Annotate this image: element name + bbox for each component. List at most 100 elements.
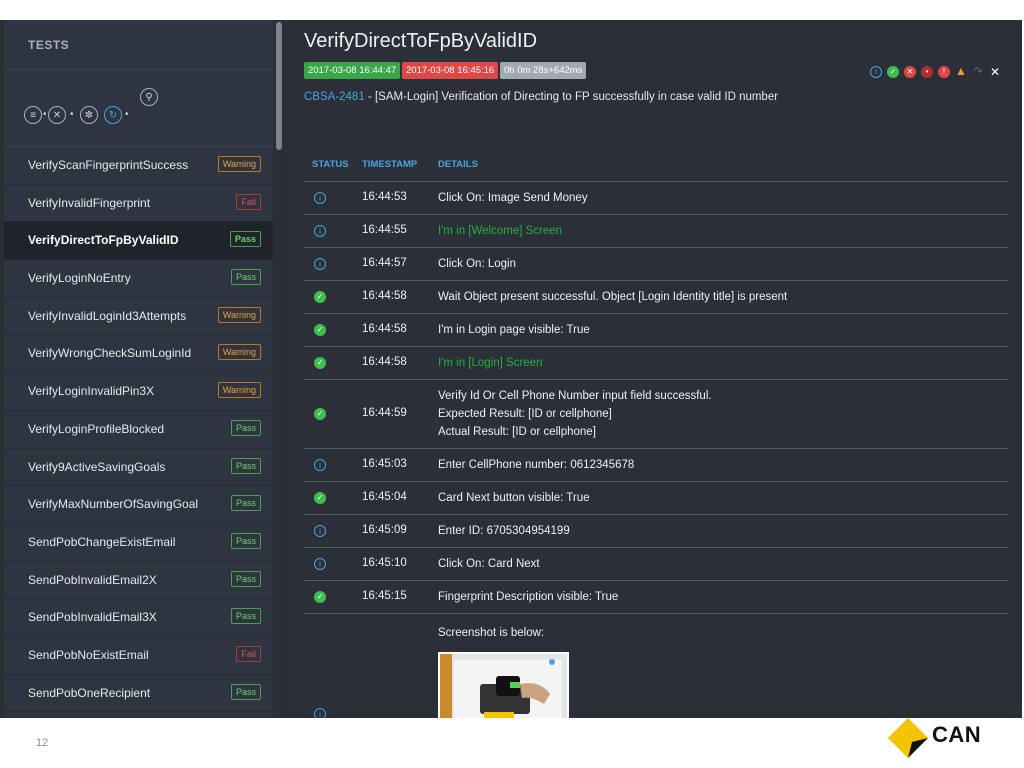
test-list-item[interactable]: SendPobTwoRecipientsFail bbox=[4, 712, 273, 718]
test-status-badge: Warning bbox=[217, 382, 261, 399]
search-icon[interactable]: ⚲ bbox=[140, 88, 158, 106]
log-details: Click On: Image Send Money bbox=[438, 189, 588, 207]
report-window: TESTS ⚲ ≡ • ✕ • ✼ ↻ • VerifyScanFingerpr… bbox=[0, 20, 1022, 718]
log-detail-line: I'm in [Login] Screen bbox=[438, 357, 543, 369]
column-details: DETAILS bbox=[438, 159, 478, 170]
skip-filter-icon[interactable]: ↷ bbox=[972, 66, 984, 78]
test-status-badge: Pass bbox=[230, 419, 261, 436]
log-row: i 16:45:10 Click On: Card Next bbox=[304, 548, 1008, 581]
log-details: I'm in Login page visible: True bbox=[438, 321, 590, 339]
log-details: I'm in [Login] Screen bbox=[438, 354, 542, 372]
log-detail-line: Verify Id Or Cell Phone Number input fie… bbox=[438, 390, 712, 402]
test-list-item[interactable]: Verify9ActiveSavingGoals Pass bbox=[4, 449, 273, 487]
test-name: VerifyLoginInvalidPin3X bbox=[28, 384, 155, 399]
test-status-badge: Warning bbox=[217, 306, 261, 323]
pass-status-icon: ✓ bbox=[314, 408, 326, 420]
test-list-item[interactable]: VerifyWrongCheckSumLoginId Warning bbox=[4, 335, 273, 374]
test-name: Verify9ActiveSavingGoals bbox=[28, 459, 166, 474]
column-timestamp: TIMESTAMP bbox=[362, 159, 418, 170]
fatal-filter-icon[interactable]: • bbox=[921, 66, 933, 78]
test-list-item[interactable]: SendPobInvalidEmail2X Pass bbox=[4, 562, 273, 600]
log-detail-line: Expected Result: [ID or cellphone] bbox=[438, 408, 612, 420]
log-timestamp: 16:44:58 bbox=[362, 356, 407, 368]
log-timestamp: 16:45:04 bbox=[362, 491, 407, 503]
log-row: i 16:44:55 I'm in [Welcome] Screen bbox=[304, 215, 1008, 248]
test-list-item[interactable]: VerifyLoginInvalidPin3X Warning bbox=[4, 373, 273, 411]
info-status-icon: i bbox=[314, 525, 326, 537]
pass-status-icon: ✓ bbox=[314, 291, 326, 303]
log-details: Verify Id Or Cell Phone Number input fie… bbox=[438, 387, 712, 441]
info-status-icon: i bbox=[314, 459, 326, 471]
info-filter-icon[interactable]: i bbox=[870, 66, 882, 78]
log-detail-line: Enter ID: 6705304954199 bbox=[438, 525, 570, 537]
duration-badge: 0h 0m 28s+642ms bbox=[500, 62, 587, 79]
log-timestamp: 16:44:58 bbox=[362, 323, 407, 335]
test-status-badge: Pass bbox=[230, 683, 261, 700]
test-list-item[interactable]: VerifyLoginProfileBlocked Pass bbox=[4, 411, 273, 449]
screenshot-label: Screenshot is below: bbox=[438, 627, 545, 639]
column-status: STATUS bbox=[312, 159, 349, 170]
filter-toolbar: ⚲ ≡ • ✕ • ✼ ↻ • bbox=[4, 70, 273, 147]
log-timestamp: 16:44:58 bbox=[362, 290, 407, 302]
test-list-item[interactable]: VerifyInvalidLoginId3Attempts Warning bbox=[4, 298, 273, 336]
ticket-link[interactable]: CBSA-2481 bbox=[304, 91, 365, 103]
test-list-item[interactable]: SendPobNoExistEmail Fail bbox=[4, 637, 273, 675]
log-row: ✓ 16:44:58 I'm in Login page visible: True bbox=[304, 314, 1008, 347]
log-row: i 16:44:53 Click On: Image Send Money bbox=[304, 182, 1008, 215]
log-timestamp: 16:45:03 bbox=[362, 458, 407, 470]
test-status-badge: Fail bbox=[236, 193, 261, 210]
log-details: Click On: Card Next bbox=[438, 555, 540, 573]
test-list-item[interactable]: SendPobInvalidEmail3X Pass bbox=[4, 599, 273, 637]
log-timestamp: 16:44:55 bbox=[362, 224, 407, 236]
log-rows: i 16:44:53 Click On: Image Send Money i 16:4… bbox=[304, 182, 1008, 614]
fingerprint-filter-icon[interactable]: ✼ bbox=[80, 106, 98, 124]
log-detail-line: Actual Result: [ID or cellphone] bbox=[438, 426, 596, 438]
test-list: VerifyScanFingerprintSuccess Warning Verif… bbox=[4, 147, 273, 718]
log-details: I'm in [Welcome] Screen bbox=[438, 222, 562, 240]
test-list-item[interactable]: VerifyDirectToFpByValidID Pass bbox=[4, 222, 273, 261]
close-icon[interactable]: ✕ bbox=[989, 66, 1001, 78]
test-status-badge: Pass bbox=[230, 457, 261, 474]
log-timestamp: 16:45:10 bbox=[362, 557, 407, 569]
info-status-icon: i bbox=[314, 558, 326, 570]
pass-status-icon: ✓ bbox=[314, 591, 326, 603]
log-details: Card Next button visible: True bbox=[438, 489, 590, 507]
warning-filter-icon[interactable]: ▲ bbox=[955, 65, 967, 78]
log-detail-line: Card Next button visible: True bbox=[438, 492, 590, 504]
error-filter-icon[interactable]: ! bbox=[938, 66, 950, 78]
sidebar-scrollbar-thumb[interactable] bbox=[276, 22, 282, 150]
test-title: VerifyDirectToFpByValidID bbox=[304, 30, 538, 52]
screenshot-row: i Screenshot is below: bbox=[304, 614, 1008, 718]
test-list-item[interactable]: VerifyMaxNumberOfSavingGoal Pass bbox=[4, 486, 273, 524]
info-status-icon: i bbox=[314, 192, 326, 204]
start-time-badge: 2017-03-08 16:44:47 bbox=[304, 62, 401, 79]
test-list-item[interactable]: VerifyLoginNoEntry Pass bbox=[4, 260, 273, 298]
fail-filter-icon[interactable]: ✕ bbox=[904, 66, 916, 78]
log-timestamp: 16:44:59 bbox=[362, 407, 407, 419]
test-name: VerifyMaxNumberOfSavingGoal bbox=[28, 497, 199, 512]
test-name: VerifyLoginProfileBlocked bbox=[28, 421, 165, 436]
refresh-icon[interactable]: ↻ bbox=[104, 106, 122, 124]
pass-filter-icon[interactable]: ✓ bbox=[887, 66, 899, 78]
sidebar-title: TESTS bbox=[4, 20, 273, 70]
log-row: ✓ 16:45:04 Card Next button visible: True bbox=[304, 482, 1008, 515]
log-row: ✓ 16:45:15 Fingerprint Description visible… bbox=[304, 581, 1008, 614]
test-status-badge: Pass bbox=[230, 570, 261, 587]
clear-filter-icon[interactable]: ✕ bbox=[48, 106, 66, 124]
test-list-item[interactable]: SendPobChangeExistEmail Pass bbox=[4, 524, 273, 562]
log-details: Enter CellPhone number: 0612345678 bbox=[438, 456, 634, 474]
log-row: ✓ 16:44:58 I'm in [Login] Screen bbox=[304, 347, 1008, 380]
pass-status-icon: ✓ bbox=[314, 492, 326, 504]
test-list-item[interactable]: VerifyScanFingerprintSuccess Warning bbox=[4, 147, 273, 185]
test-list-item[interactable]: VerifyInvalidFingerprint Fail bbox=[4, 185, 273, 223]
log-details: Wait Object present successful. Object [… bbox=[438, 288, 787, 306]
test-list-item[interactable]: SendPobOneRecipient Pass bbox=[4, 675, 273, 713]
log-timestamp: 16:44:53 bbox=[362, 191, 407, 203]
screenshot-thumbnail[interactable] bbox=[438, 652, 569, 718]
log-row: ✓ 16:44:59 Verify Id Or Cell Phone Number … bbox=[304, 380, 1008, 449]
test-description: CBSA-2481 - [SAM-Login] Verification of … bbox=[304, 91, 778, 103]
list-filter-icon[interactable]: ≡ bbox=[24, 106, 42, 124]
test-name: VerifyInvalidFingerprint bbox=[28, 195, 151, 210]
log-details: Click On: Login bbox=[438, 255, 516, 273]
test-name: VerifyInvalidLoginId3Attempts bbox=[28, 308, 187, 323]
